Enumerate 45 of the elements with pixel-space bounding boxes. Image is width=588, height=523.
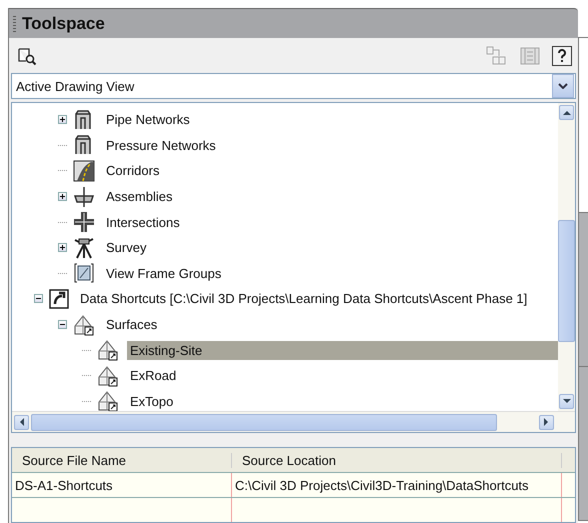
tree-item[interactable]: Existing-Site (127, 340, 558, 360)
view-dropdown[interactable]: Active Drawing View (11, 73, 576, 99)
help-button[interactable] (552, 46, 572, 66)
window-title: Toolspace (22, 14, 105, 34)
tree-item[interactable]: Pressure Networks (103, 136, 219, 155)
table-cell: DS-A1-Shortcuts (12, 473, 232, 497)
intersection-icon (73, 211, 95, 234)
expand-icon[interactable] (58, 115, 67, 124)
chevron-down-icon (558, 83, 568, 89)
arrow-down-icon (562, 399, 571, 404)
tree-item[interactable]: ExRoad (127, 366, 180, 386)
surface-shortcut-icon (97, 339, 119, 362)
tripod-icon (73, 236, 95, 259)
collapse-icon[interactable] (58, 320, 67, 330)
tree-item[interactable]: ExTopo (127, 392, 176, 411)
surface-shortcut-icon (73, 314, 95, 336)
view-frame-icon (73, 262, 95, 284)
expand-icon[interactable] (58, 243, 67, 252)
expand-icon[interactable] (58, 192, 67, 202)
scrollbar-thumb[interactable] (31, 414, 498, 430)
tree-item[interactable]: Assemblies (103, 187, 176, 206)
tree-item[interactable]: View Frame Groups (103, 264, 224, 283)
assembly-icon (73, 186, 95, 208)
road-icon (73, 160, 95, 182)
tree-item[interactable]: Data Shortcuts [C:\Civil 3D Projects\Learning Data Shortcuts\Ascent Phase 1] (77, 289, 530, 308)
scroll-up-button[interactable] (559, 105, 574, 120)
tree-item[interactable]: Survey (103, 238, 150, 258)
scroll-left-button[interactable] (14, 414, 29, 430)
column-header[interactable]: Source File Name (12, 452, 232, 468)
tree-item[interactable]: Intersections (103, 212, 183, 232)
surface-shortcut-icon (97, 364, 119, 387)
scroll-right-button[interactable] (539, 414, 554, 430)
arrow-right-icon (544, 418, 550, 426)
tree-item[interactable]: Pipe Networks (103, 110, 193, 130)
question-mark-icon (557, 48, 568, 63)
collapse-icon[interactable] (34, 294, 43, 304)
scrollbar-thumb[interactable] (558, 220, 576, 342)
tree-item[interactable]: Corridors (103, 161, 162, 180)
scroll-down-button[interactable] (559, 394, 574, 409)
arrow-left-icon (19, 418, 24, 426)
table-cell: C:\Civil 3D Projects\Civil3D-Training\DataShortcuts (232, 473, 562, 497)
arrow-up-icon (562, 110, 571, 115)
side-tab[interactable] (578, 37, 588, 213)
tree-item[interactable]: Surfaces (103, 315, 160, 334)
column-header[interactable]: Source Location (232, 452, 562, 468)
